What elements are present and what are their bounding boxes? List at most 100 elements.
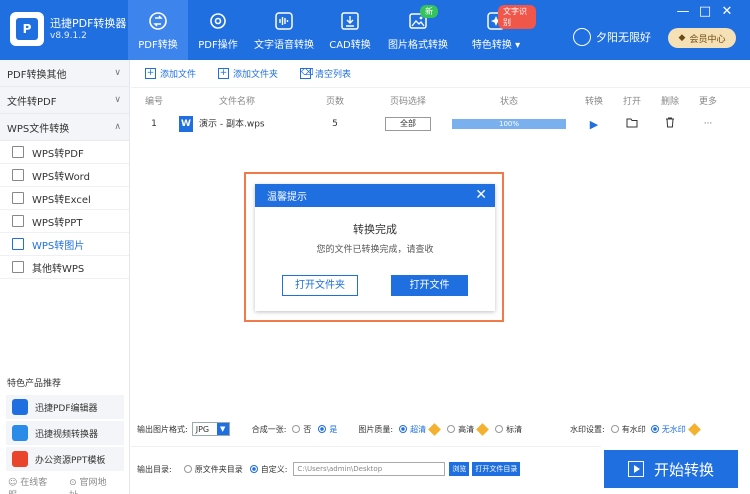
vip-diamond-icon	[428, 422, 441, 436]
file-icon	[12, 192, 24, 204]
file-icon	[12, 261, 24, 273]
radio-icon	[183, 465, 192, 473]
plus-icon: +	[145, 68, 156, 79]
sidebar-item-wps-to-word[interactable]: WPS转Word	[0, 164, 129, 187]
page-range-button[interactable]: 全部	[385, 117, 431, 131]
merge-no-radio[interactable]: 否	[292, 424, 311, 435]
watermark-on-radio[interactable]: 有水印	[610, 424, 646, 435]
open-directory-button[interactable]: 打开文件目录	[472, 462, 521, 476]
refresh-icon	[148, 11, 168, 31]
quality-high-label: 高清	[458, 424, 475, 434]
radio-icon	[495, 425, 504, 433]
quality-high-radio[interactable]: 高清	[447, 424, 474, 435]
online-service-link[interactable]: ☺ 在线客服	[8, 475, 53, 494]
start-convert-button[interactable]: 开始转换	[604, 450, 738, 488]
recommend-title: 特色产品推荐	[7, 379, 62, 389]
user-account[interactable]: 夕阳无限好	[573, 28, 651, 46]
nav-special-convert[interactable]: 特色转换 ▾ 文字识别	[456, 0, 536, 60]
item-label: WPS转图片	[32, 240, 85, 252]
output-custom-label: 自定义:	[260, 464, 288, 474]
item-label: 其他转WPS	[32, 263, 85, 275]
more-icon[interactable]: ···	[689, 119, 727, 129]
output-original-radio[interactable]: 原文件夹目录	[183, 464, 243, 475]
nav-label: 特色转换 ▾	[471, 40, 521, 51]
nav-pdf-convert[interactable]: PDF转换	[128, 0, 188, 60]
sidebar-group-wps[interactable]: WPS文件转换 ∧	[0, 114, 129, 141]
sidebar-group-pdf-other[interactable]: PDF转换其他 ∨	[0, 60, 129, 87]
trash-icon[interactable]	[651, 117, 689, 131]
top-bar: P 迅捷PDF转换器 v8.9.1.2 PDF转换 PDF操作 文字语音转换 C…	[0, 0, 750, 60]
sidebar-group-file-to-pdf[interactable]: 文件转PDF ∨	[0, 87, 129, 114]
add-file-button[interactable]: + 添加文件	[145, 67, 196, 80]
minimize-button[interactable]: —	[672, 3, 694, 21]
service-label: 在线客服	[8, 478, 48, 494]
chevron-down-icon: ▼	[216, 423, 229, 435]
new-badge: 新	[420, 5, 438, 18]
quality-label: 图片质量:	[358, 424, 394, 434]
row-range: 全部	[373, 117, 443, 131]
play-icon[interactable]: ▶	[575, 118, 613, 131]
col-delete: 删除	[660, 96, 679, 107]
col-more: 更多	[698, 96, 717, 107]
chevron-down-icon: ∨	[114, 95, 121, 105]
group-label: PDF转换其他	[7, 69, 67, 81]
sidebar-item-wps-to-excel[interactable]: WPS转Excel	[0, 187, 129, 210]
item-label: WPS转Excel	[32, 194, 91, 206]
output-directory-settings: 输出目录: 原文件夹目录 自定义: C:\Users\admin\Desktop…	[131, 459, 601, 479]
vip-center-button[interactable]: ◆ 会员中心	[668, 28, 736, 48]
browse-button[interactable]: 浏览	[449, 462, 470, 476]
sidebar-item-wps-to-pdf[interactable]: WPS转PDF	[0, 141, 129, 164]
sidebar: PDF转换其他 ∨ 文件转PDF ∨ WPS文件转换 ∧ WPS转PDF WPS…	[0, 60, 130, 494]
nav-text-voice[interactable]: 文字语音转换	[248, 0, 320, 60]
gear-icon	[208, 11, 228, 31]
nav-label: 图片格式转换	[388, 40, 448, 51]
close-button[interactable]: ✕	[716, 3, 738, 21]
open-folder-button[interactable]: 打开文件夹	[282, 275, 358, 296]
col-name: 文件名称	[218, 96, 255, 107]
add-file-label: 添加文件	[160, 70, 197, 80]
output-path-input[interactable]: C:\Users\admin\Desktop	[293, 462, 446, 476]
vip-diamond-icon	[687, 422, 701, 436]
recommend-video-converter[interactable]: 迅捷视频转换器	[6, 421, 124, 445]
col-open: 打开	[622, 96, 641, 107]
nav-label: 文字语音转换	[254, 40, 314, 51]
table-header: 编号 文件名称 页数 页码选择 状态 转换 打开 删除 更多	[131, 90, 750, 110]
nav-cad-convert[interactable]: CAD转换	[320, 0, 380, 60]
divider	[131, 446, 601, 447]
nav-label: CAD转换	[329, 40, 371, 51]
quality-ultra-radio[interactable]: 超清	[399, 424, 426, 435]
sidebar-item-wps-to-ppt[interactable]: WPS转PPT	[0, 210, 129, 233]
wps-file-icon: W	[179, 116, 193, 132]
sidebar-footer: ☺ 在线客服 ⊙ 官网地址	[8, 475, 129, 494]
recommend-pdf-editor[interactable]: 迅捷PDF编辑器	[6, 395, 124, 419]
nav-image-convert[interactable]: 图片格式转换 新	[380, 0, 456, 60]
merge-yes-label: 是	[329, 424, 338, 434]
quality-ultra-label: 超清	[410, 424, 427, 434]
open-file-button[interactable]: 打开文件	[391, 275, 468, 296]
vip-diamond-icon	[476, 422, 489, 436]
add-folder-button[interactable]: + 添加文件夹	[218, 67, 278, 80]
table-row[interactable]: 1 W 演示 - 副本.wps 5 全部 100% ▶ ···	[131, 112, 750, 136]
progress-bar: 100%	[452, 118, 566, 129]
quality-standard-radio[interactable]: 标清	[495, 424, 522, 435]
nav-pdf-operate[interactable]: PDF操作	[188, 0, 248, 60]
audio-icon	[274, 11, 294, 31]
app-name: 迅捷PDF转换器	[50, 17, 127, 30]
radio-selected-icon	[249, 465, 258, 473]
recommend-ppt-templates[interactable]: 办公资源PPT模板	[6, 447, 124, 471]
output-custom-radio[interactable]: 自定义:	[249, 464, 288, 475]
watermark-off-radio[interactable]: 无水印	[650, 424, 686, 435]
sidebar-item-other-to-wps[interactable]: 其他转WPS	[0, 256, 129, 279]
close-icon[interactable]: ✕	[475, 187, 487, 203]
official-site-link[interactable]: ⊙ 官网地址	[69, 475, 113, 494]
format-select[interactable]: JPG ▼	[191, 422, 230, 436]
merge-yes-radio[interactable]: 是	[318, 424, 337, 435]
clear-list-button[interactable]: ⌫ 清空列表	[300, 67, 351, 80]
row-status: 100%	[443, 118, 575, 130]
nav-label: PDF转换	[138, 40, 178, 51]
sidebar-item-wps-to-image[interactable]: WPS转图片	[0, 233, 129, 256]
conversion-complete-dialog: 温馨提示 ✕ 转换完成 您的文件已转换完成，请查收 打开文件夹 打开文件	[255, 184, 495, 311]
site-label: 官网地址	[69, 478, 107, 494]
folder-open-icon[interactable]	[613, 118, 651, 131]
maximize-button[interactable]: □	[694, 3, 716, 21]
